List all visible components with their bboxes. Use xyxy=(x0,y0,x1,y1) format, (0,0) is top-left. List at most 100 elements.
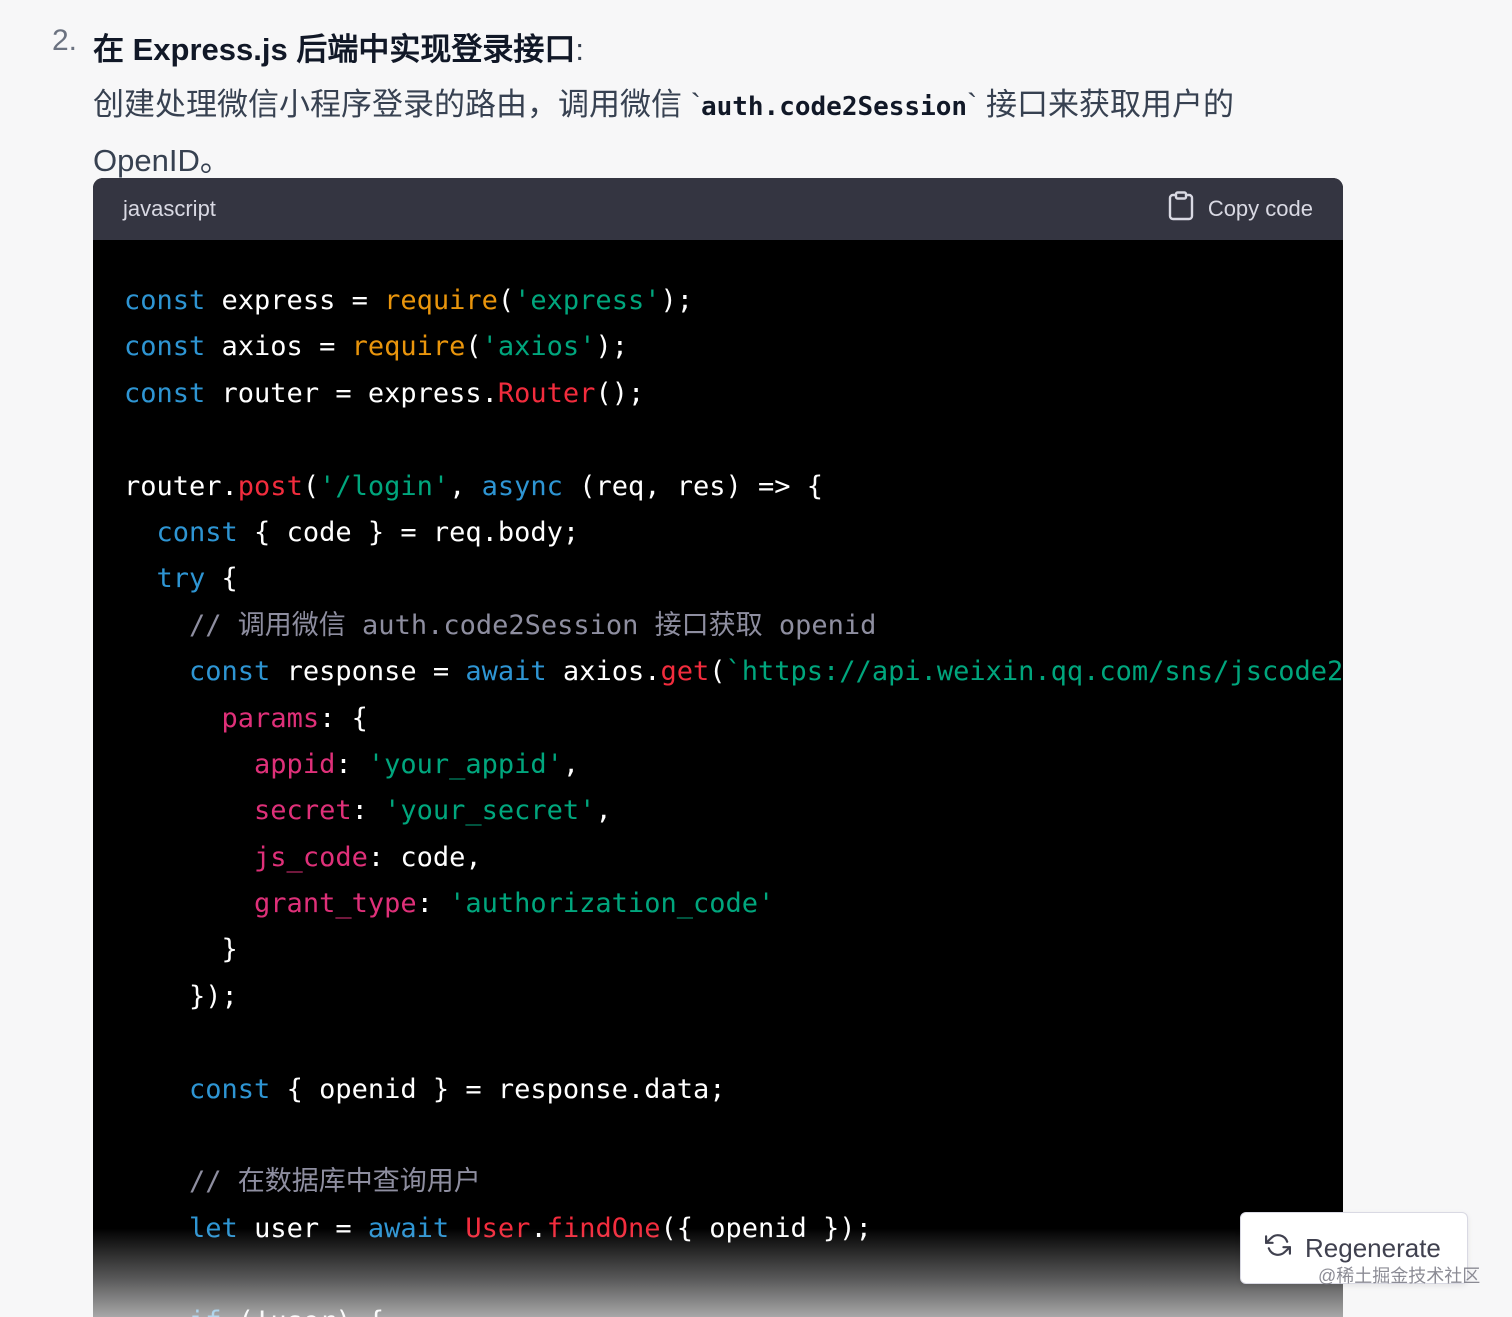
code-token-plain: , xyxy=(449,470,482,502)
paragraph-text-before: 创建处理微信小程序登录的路由，调用微信 ` xyxy=(93,87,701,122)
code-token-plain: (); xyxy=(595,377,645,409)
code-token-plain: : xyxy=(416,888,450,920)
code-token-req: require xyxy=(351,331,466,363)
code-token-str: `https://api.weixin.qq.com/sns/jscode2se… xyxy=(725,656,1343,688)
code-token-fn: findOne xyxy=(546,1212,661,1244)
code-token-kw: if xyxy=(189,1306,222,1317)
code-token-plain: . xyxy=(530,1212,547,1244)
code-token-str: 'authorization_code' xyxy=(449,888,775,920)
code-token-plain: ( xyxy=(302,470,320,502)
code-token-plain: }); xyxy=(124,980,238,1012)
code-token-kw: await xyxy=(367,1212,450,1244)
code-token-kw: try xyxy=(156,563,206,595)
code-token-plain: ( xyxy=(709,656,726,688)
code-token-plain: axios = xyxy=(205,331,352,363)
code-line: const router = express.Router(); xyxy=(124,371,1343,417)
code-line: if (!user) { xyxy=(124,1299,1343,1317)
code-token-plain: ); xyxy=(660,285,693,316)
code-token-plain: axios. xyxy=(546,656,661,688)
code-language-label: javascript xyxy=(123,196,216,221)
refresh-icon xyxy=(1265,1232,1291,1265)
code-token-prop: secret xyxy=(254,795,352,827)
code-token-kw: const xyxy=(189,1073,271,1105)
code-token-plain: { openid } = response.data; xyxy=(270,1073,726,1105)
code-block-header: javascript Copy code xyxy=(93,178,1343,240)
code-token-str: 'your_appid' xyxy=(367,748,563,780)
code-line: }); xyxy=(124,974,1343,1020)
copy-code-label: Copy code xyxy=(1207,196,1313,221)
code-token-plain: express = xyxy=(205,285,385,316)
code-token-plain: { xyxy=(205,563,238,595)
code-token-plain: , xyxy=(595,795,612,827)
code-token-plain: router = express. xyxy=(205,377,498,409)
code-line: params: { xyxy=(124,696,1343,742)
code-token-fn: get xyxy=(660,656,710,688)
code-token-plain: ( xyxy=(497,285,515,316)
code-token-com: // 在数据库中查询用户 xyxy=(189,1166,481,1198)
code-line: js_code: code, xyxy=(124,835,1343,881)
list-item-title: 在 Express.js 后端中实现登录接口: xyxy=(93,24,584,69)
code-token-plain: : { xyxy=(319,702,368,734)
clipboard-icon xyxy=(1168,191,1194,227)
code-line: try { xyxy=(124,556,1343,602)
code-token-fn: post xyxy=(237,470,303,502)
copy-code-button[interactable]: Copy code xyxy=(1168,191,1313,227)
code-token-prop: params xyxy=(221,702,320,734)
chat-response: 2. 在 Express.js 后端中实现登录接口: 创建处理微信小程序登录的路… xyxy=(0,0,1512,1317)
code-token-plain: { code } = req.body; xyxy=(237,516,580,548)
code-token-str: '/login' xyxy=(319,470,450,502)
code-token-plain: (req, res) => { xyxy=(562,470,824,502)
code-body: const express = require('express'); const… xyxy=(93,240,1343,1317)
code-token-kw: const xyxy=(124,285,206,316)
code-token-prop: appid xyxy=(254,748,336,780)
code-token-kw: const xyxy=(156,516,238,548)
code-token-fn: User xyxy=(465,1212,531,1244)
list-item-title-text: 在 Express.js 后端中实现登录接口 xyxy=(93,32,576,67)
code-token-str: 'your_secret' xyxy=(384,795,596,827)
code-token-fn: Router xyxy=(497,377,596,409)
code-line: // 调用微信 auth.code2Session 接口获取 openid xyxy=(124,603,1343,649)
code-token-kw: let xyxy=(189,1212,238,1244)
code-token-plain: , xyxy=(562,748,580,780)
code-line: } xyxy=(124,927,1343,973)
code-line: const express = require('express'); xyxy=(124,278,1343,324)
code-token-kw: const xyxy=(124,331,206,363)
code-line: // 在数据库中查询用户 xyxy=(124,1159,1343,1205)
code-token-plain: response = xyxy=(270,656,466,688)
code-line: const axios = require('axios'); xyxy=(124,324,1343,370)
code-token-kw: await xyxy=(465,656,547,688)
code-block: javascript Copy code const express = req… xyxy=(93,178,1343,1317)
code-token-str: 'axios' xyxy=(481,331,596,363)
code-token-plain: (!user) { xyxy=(222,1306,384,1317)
list-number: 2. xyxy=(52,24,78,57)
code-line: secret: 'your_secret', xyxy=(124,788,1343,834)
code-line: const { openid } = response.data; xyxy=(124,1067,1343,1113)
regenerate-button[interactable]: Regenerate xyxy=(1240,1212,1468,1284)
code-token-plain: : xyxy=(351,795,385,827)
code-token-plain: ({ openid }); xyxy=(660,1212,872,1244)
inline-code: auth.code2Session xyxy=(700,92,968,122)
code-token-kw: const xyxy=(189,656,271,688)
code-line: grant_type: 'authorization_code' xyxy=(124,881,1343,927)
code-line: const { code } = req.body; xyxy=(124,510,1343,556)
code-token-kw: async xyxy=(481,470,563,502)
code-token-plain: : code, xyxy=(367,841,482,873)
code-token-prop: grant_type xyxy=(254,888,417,920)
code-token-com: // 调用微信 auth.code2Session 接口获取 openid xyxy=(189,609,877,641)
description-paragraph: 创建处理微信小程序登录的路由，调用微信 `auth.code2Session` … xyxy=(93,78,1343,188)
